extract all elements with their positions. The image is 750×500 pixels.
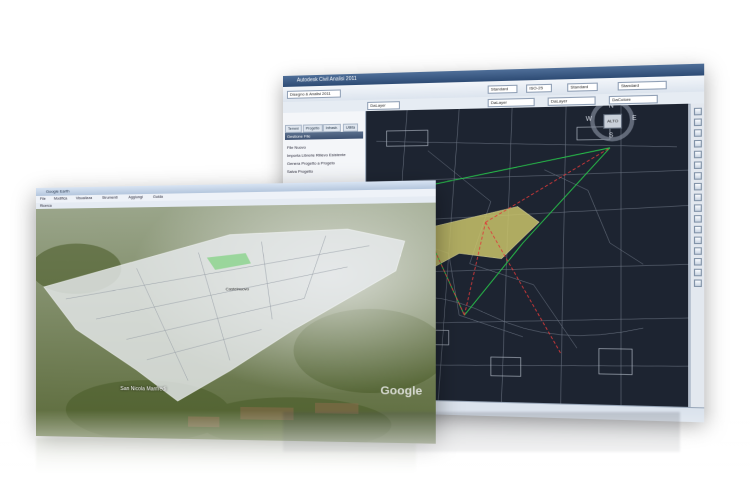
rectangle-tool-icon[interactable] — [694, 151, 702, 159]
viewcube[interactable]: ALTO — [603, 114, 622, 129]
lineweight-select[interactable]: DaLayer — [548, 96, 596, 106]
move-tool-icon[interactable] — [694, 161, 702, 169]
circle-tool-icon[interactable] — [694, 129, 702, 137]
compass-east: E — [632, 116, 636, 122]
arc-tool-icon[interactable] — [694, 140, 702, 148]
text-tool-icon[interactable] — [694, 269, 702, 277]
google-watermark: Google — [380, 385, 422, 398]
dimension-tool-icon[interactable] — [694, 279, 702, 287]
copy-tool-icon[interactable] — [694, 172, 702, 180]
compass-south: S — [609, 133, 613, 139]
textstyle-select[interactable]: Standard — [567, 83, 598, 92]
menu-generate-project[interactable]: Genera Progetto a Progeto — [287, 160, 335, 166]
compass-north: N — [609, 104, 614, 110]
extend-tool-icon[interactable] — [694, 215, 702, 223]
menu-import-library[interactable]: Importa Librerie Rilievo Esistente — [287, 152, 346, 158]
array-tool-icon[interactable] — [694, 247, 702, 255]
cad-right-toolbar — [689, 103, 704, 407]
rotate-tool-icon[interactable] — [694, 183, 702, 191]
earth-scene[interactable] — [36, 203, 436, 444]
trim-tool-icon[interactable] — [694, 204, 702, 212]
section-file-title: Gestione File — [285, 131, 363, 140]
place-label-san-nicola: San Nicola Manfredi — [120, 386, 166, 393]
mirror-tool-icon[interactable] — [694, 237, 702, 245]
hatch-tool-icon[interactable] — [694, 258, 702, 266]
polyline-tool-icon[interactable] — [694, 118, 702, 126]
line-tool-icon[interactable] — [694, 108, 702, 116]
color-select[interactable]: DaColore — [609, 95, 658, 105]
earth-window-title: Google Earth — [46, 188, 70, 193]
cad-window-title: Autodesk Civil Analisi 2011 — [297, 76, 357, 84]
earth-3d-view[interactable]: Castelnuovo San Nicola Manfredi Google — [36, 203, 436, 444]
workspace-select[interactable]: Standard — [488, 85, 518, 94]
place-label-castelnuovo: Castelnuovo — [226, 286, 249, 291]
app-dropdown[interactable]: Disegno & Analisi 2011 — [287, 89, 341, 98]
search-label[interactable]: Ricerca — [40, 204, 52, 208]
layer-select[interactable]: DaLayer — [367, 101, 400, 110]
linetype-select[interactable]: DaLayer — [488, 98, 535, 107]
menu-save-project[interactable]: Salva Progetto — [287, 169, 313, 174]
tablestyle-select[interactable]: Standard — [618, 81, 667, 91]
scale-tool-icon[interactable] — [694, 194, 702, 202]
offset-tool-icon[interactable] — [694, 226, 702, 234]
compass-west: W — [586, 116, 592, 122]
reflection-fade — [0, 410, 750, 500]
menu-new-file[interactable]: File Nuovo — [287, 145, 306, 150]
dimstyle-select[interactable]: ISO-25 — [526, 84, 552, 93]
earth-window: Google Earth File Modifica Visualizza St… — [36, 180, 436, 443]
